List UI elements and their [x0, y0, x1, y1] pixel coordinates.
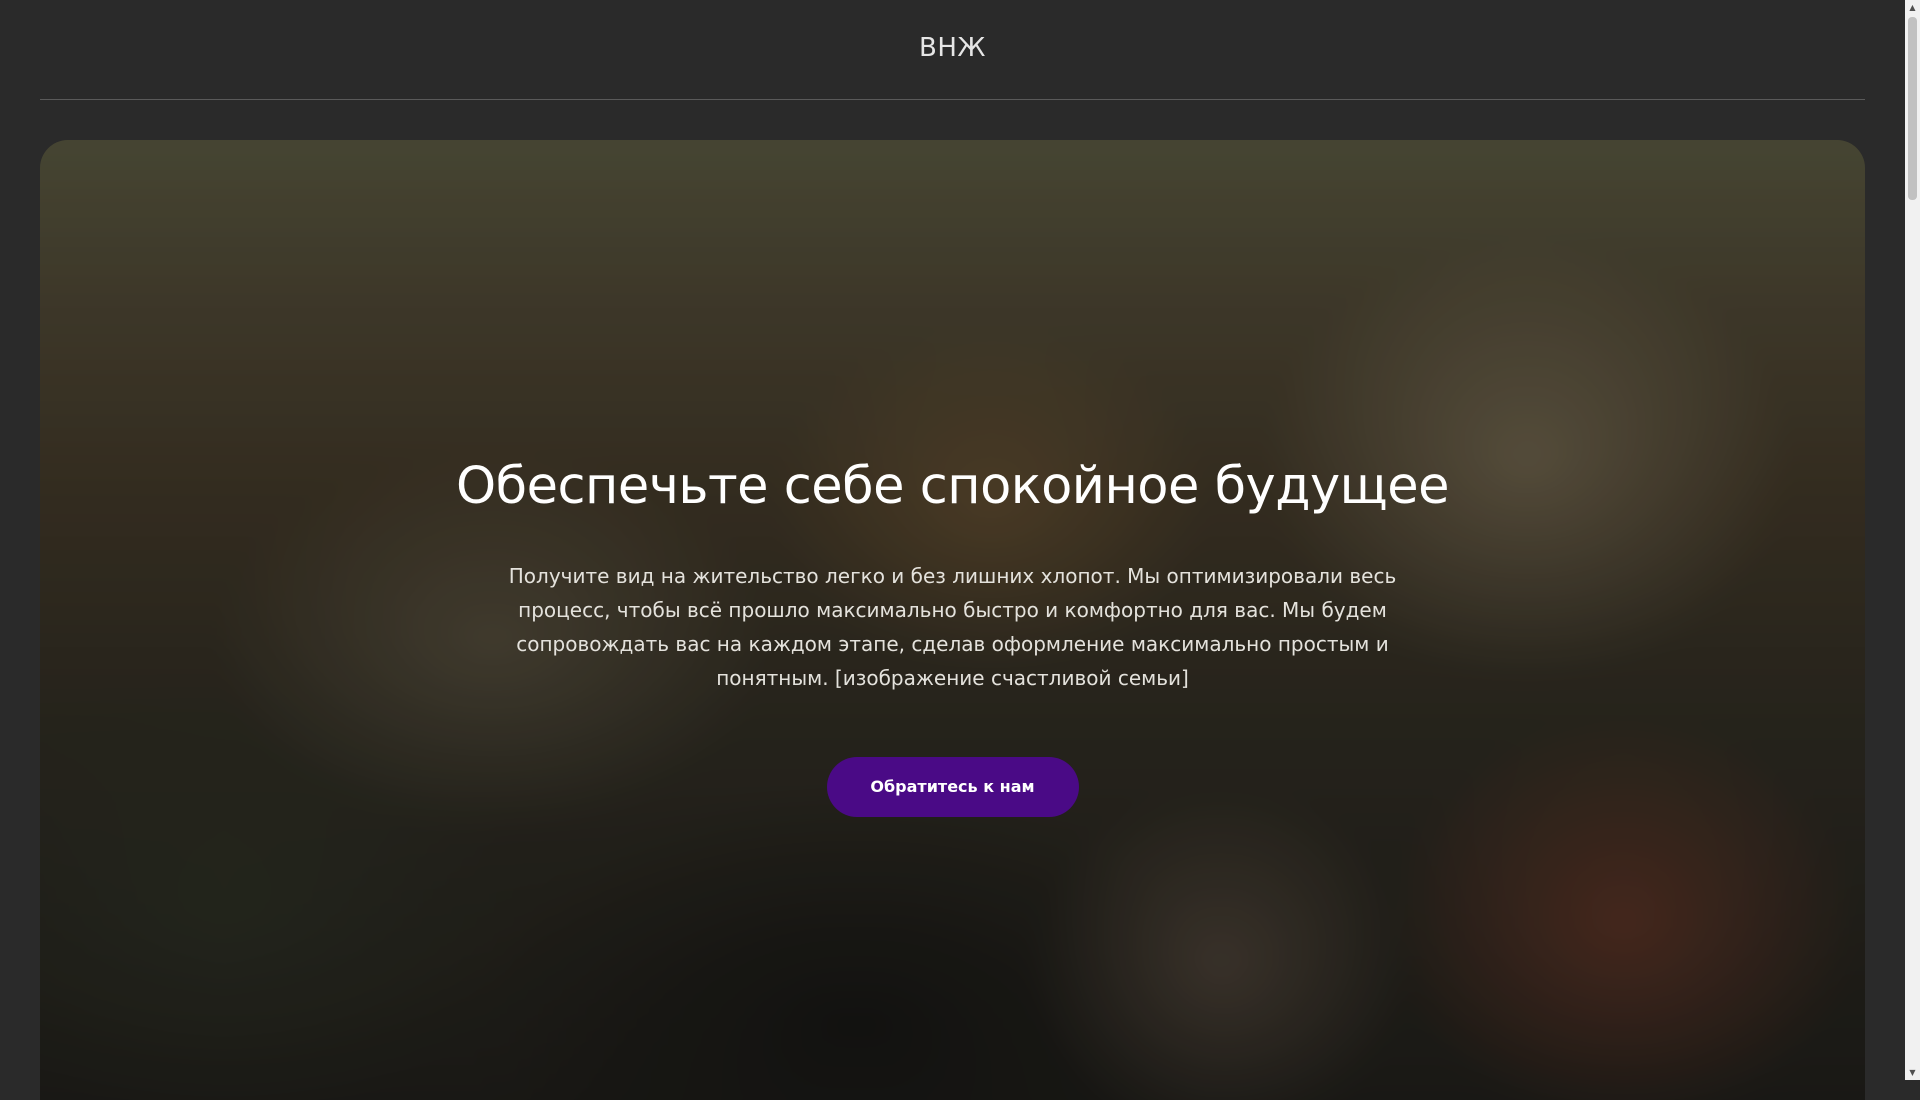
hero-content: Обеспечьте себе спокойное будущее Получи…: [40, 456, 1865, 818]
contact-us-button[interactable]: Обратитесь к нам: [826, 757, 1079, 818]
hero-title: Обеспечьте себе спокойное будущее: [456, 457, 1449, 516]
scrollbar-thumb[interactable]: [1908, 17, 1917, 200]
site-logo[interactable]: ВНЖ: [40, 33, 1865, 63]
vertical-scrollbar[interactable]: ▲ ▼: [1905, 0, 1920, 1080]
hero-description: Получите вид на жительство легко и без л…: [508, 564, 1397, 691]
hero-section: Обеспечьте себе спокойное будущее Получи…: [40, 140, 1865, 1100]
site-header: ВНЖ: [40, 0, 1865, 100]
scroll-down-icon[interactable]: ▼: [1905, 1065, 1920, 1080]
page: ВНЖ Обеспечьте себе спокойное будущее По…: [0, 0, 1905, 1100]
scroll-up-icon[interactable]: ▲: [1905, 0, 1920, 15]
